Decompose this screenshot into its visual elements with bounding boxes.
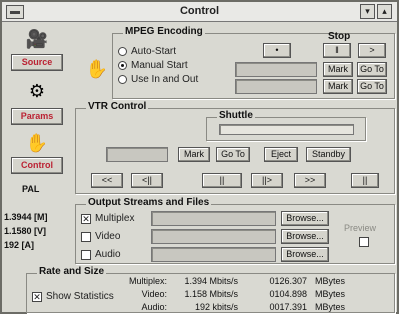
in-point-field[interactable] xyxy=(235,62,317,77)
radio-dot-selected xyxy=(118,61,127,70)
use-in-out-radio[interactable]: Use In and Out xyxy=(118,74,198,85)
play-button[interactable]: > xyxy=(358,43,386,58)
video-format: PAL xyxy=(22,184,40,194)
mpeg-encoding-group: MPEG Encoding Auto-Start Manual Start Us… xyxy=(112,26,395,99)
minimize-button[interactable]: ▾ xyxy=(360,4,375,19)
rate-size-group: Rate and Size ✕ Show Statistics Multiplex… xyxy=(26,266,395,313)
stat-rate-video: 1.158 Mbits/s xyxy=(184,289,238,299)
auto-start-label: Auto-Start xyxy=(131,46,177,57)
video-browse-button[interactable]: Browse... xyxy=(281,229,329,244)
eject-button[interactable]: Eject xyxy=(264,147,298,162)
stop-label: Stop xyxy=(328,31,351,42)
vtr-mark-button[interactable]: Mark xyxy=(178,147,210,162)
rate-multiplex: 1.3944 [M] xyxy=(4,212,48,222)
rewind-button[interactable]: << xyxy=(91,173,123,188)
vtr-pause-button[interactable]: || xyxy=(202,173,242,188)
rate-size-title: Rate and Size xyxy=(37,266,107,277)
mpeg-goto-out-button[interactable]: Go To xyxy=(357,79,387,94)
params-icon: ⚙ xyxy=(28,81,46,101)
fast-forward-button[interactable]: >> xyxy=(294,173,326,188)
control-button[interactable]: Control xyxy=(11,157,63,174)
manual-start-radio[interactable]: Manual Start xyxy=(118,60,188,71)
window-title: Control xyxy=(179,5,220,17)
rate-video: 1.1580 [V] xyxy=(4,226,47,236)
manual-start-label: Manual Start xyxy=(131,60,188,71)
multiplex-checkbox[interactable]: ✕ Multiplex xyxy=(81,213,134,224)
stat-name-audio: Audio: xyxy=(141,302,167,312)
step-back-button[interactable]: <|| xyxy=(131,173,163,188)
stat-unit-multiplex: MBytes xyxy=(315,276,346,286)
multiplex-label: Multiplex xyxy=(95,213,135,224)
vtr-timecode-field[interactable] xyxy=(106,147,168,162)
source-button[interactable]: Source xyxy=(11,54,63,71)
stat-size-multiplex: 0126.307 xyxy=(269,276,307,286)
camera-icon: 🎥 xyxy=(25,29,49,49)
stat-size-video: 0104.898 xyxy=(269,289,307,299)
stat-rate-audio: 192 kbits/s xyxy=(194,302,238,312)
show-statistics-label: Show Statistics xyxy=(46,291,114,302)
preview-label: Preview xyxy=(344,223,377,233)
audio-browse-button[interactable]: Browse... xyxy=(281,247,329,262)
shuttle-group: Shuttle xyxy=(206,110,366,141)
video-file-field[interactable] xyxy=(151,229,276,244)
audio-label: Audio xyxy=(95,249,121,260)
checkbox-box xyxy=(81,249,91,260)
audio-checkbox[interactable]: Audio xyxy=(81,249,121,260)
maximize-button[interactable]: ▴ xyxy=(377,4,392,19)
mpeg-mark-in-button[interactable]: Mark xyxy=(323,62,353,77)
rate-audio: 192 [A] xyxy=(4,240,35,250)
pause-button[interactable]: ‖ xyxy=(323,43,351,58)
mpeg-hand-icon: ✋ xyxy=(85,59,109,79)
out-point-field[interactable] xyxy=(235,79,317,94)
stat-name-multiplex: Multiplex: xyxy=(128,276,167,286)
params-button[interactable]: Params xyxy=(11,108,63,125)
vtr-stop-button[interactable]: || xyxy=(351,173,379,188)
checkbox-box-checked: ✕ xyxy=(32,291,42,302)
use-in-out-label: Use In and Out xyxy=(131,74,199,85)
stat-unit-video: MBytes xyxy=(315,289,346,299)
shuttle-slider[interactable] xyxy=(219,124,354,135)
stat-rate-multiplex: 1.394 Mbits/s xyxy=(184,276,238,286)
stat-name-video: Video: xyxy=(141,289,167,299)
audio-file-field[interactable] xyxy=(151,247,276,262)
show-statistics-checkbox[interactable]: ✕ Show Statistics xyxy=(32,291,114,302)
stat-size-audio: 0017.391 xyxy=(269,302,307,312)
video-label: Video xyxy=(95,231,121,242)
standby-button[interactable]: Standby xyxy=(306,147,351,162)
output-streams-title: Output Streams and Files xyxy=(86,197,212,208)
checkbox-box xyxy=(81,231,91,242)
multiplex-browse-button[interactable]: Browse... xyxy=(281,211,329,226)
mpeg-goto-in-button[interactable]: Go To xyxy=(357,62,387,77)
radio-dot xyxy=(118,75,127,84)
mpeg-encoding-title: MPEG Encoding xyxy=(123,26,205,37)
radio-dot xyxy=(118,47,127,56)
mpeg-mark-out-button[interactable]: Mark xyxy=(323,79,353,94)
title-bar: Control ▾ ▴ xyxy=(2,2,397,22)
preview-checkbox[interactable] xyxy=(359,237,369,247)
auto-start-radio[interactable]: Auto-Start xyxy=(118,46,176,57)
shuttle-title: Shuttle xyxy=(217,110,255,121)
vtr-control-title: VTR Control xyxy=(86,101,149,112)
stat-unit-audio: MBytes xyxy=(315,302,346,312)
output-streams-group: Output Streams and Files ✕ Multiplex Vide… xyxy=(75,197,395,264)
multiplex-file-field[interactable] xyxy=(151,211,276,226)
control-icon: ✋ xyxy=(25,133,49,153)
checkbox-box-checked: ✕ xyxy=(81,213,91,224)
record-button[interactable]: • xyxy=(263,43,291,58)
control-window: Control ▾ ▴ 🎥 Source ⚙ Params ✋ Control … xyxy=(0,0,399,314)
video-checkbox[interactable]: Video xyxy=(81,231,120,242)
vtr-goto-button[interactable]: Go To xyxy=(216,147,250,162)
vtr-control-group: VTR Control Shuttle Mark Go To Eject Sta… xyxy=(75,101,395,194)
step-forward-button[interactable]: ||> xyxy=(251,173,283,188)
